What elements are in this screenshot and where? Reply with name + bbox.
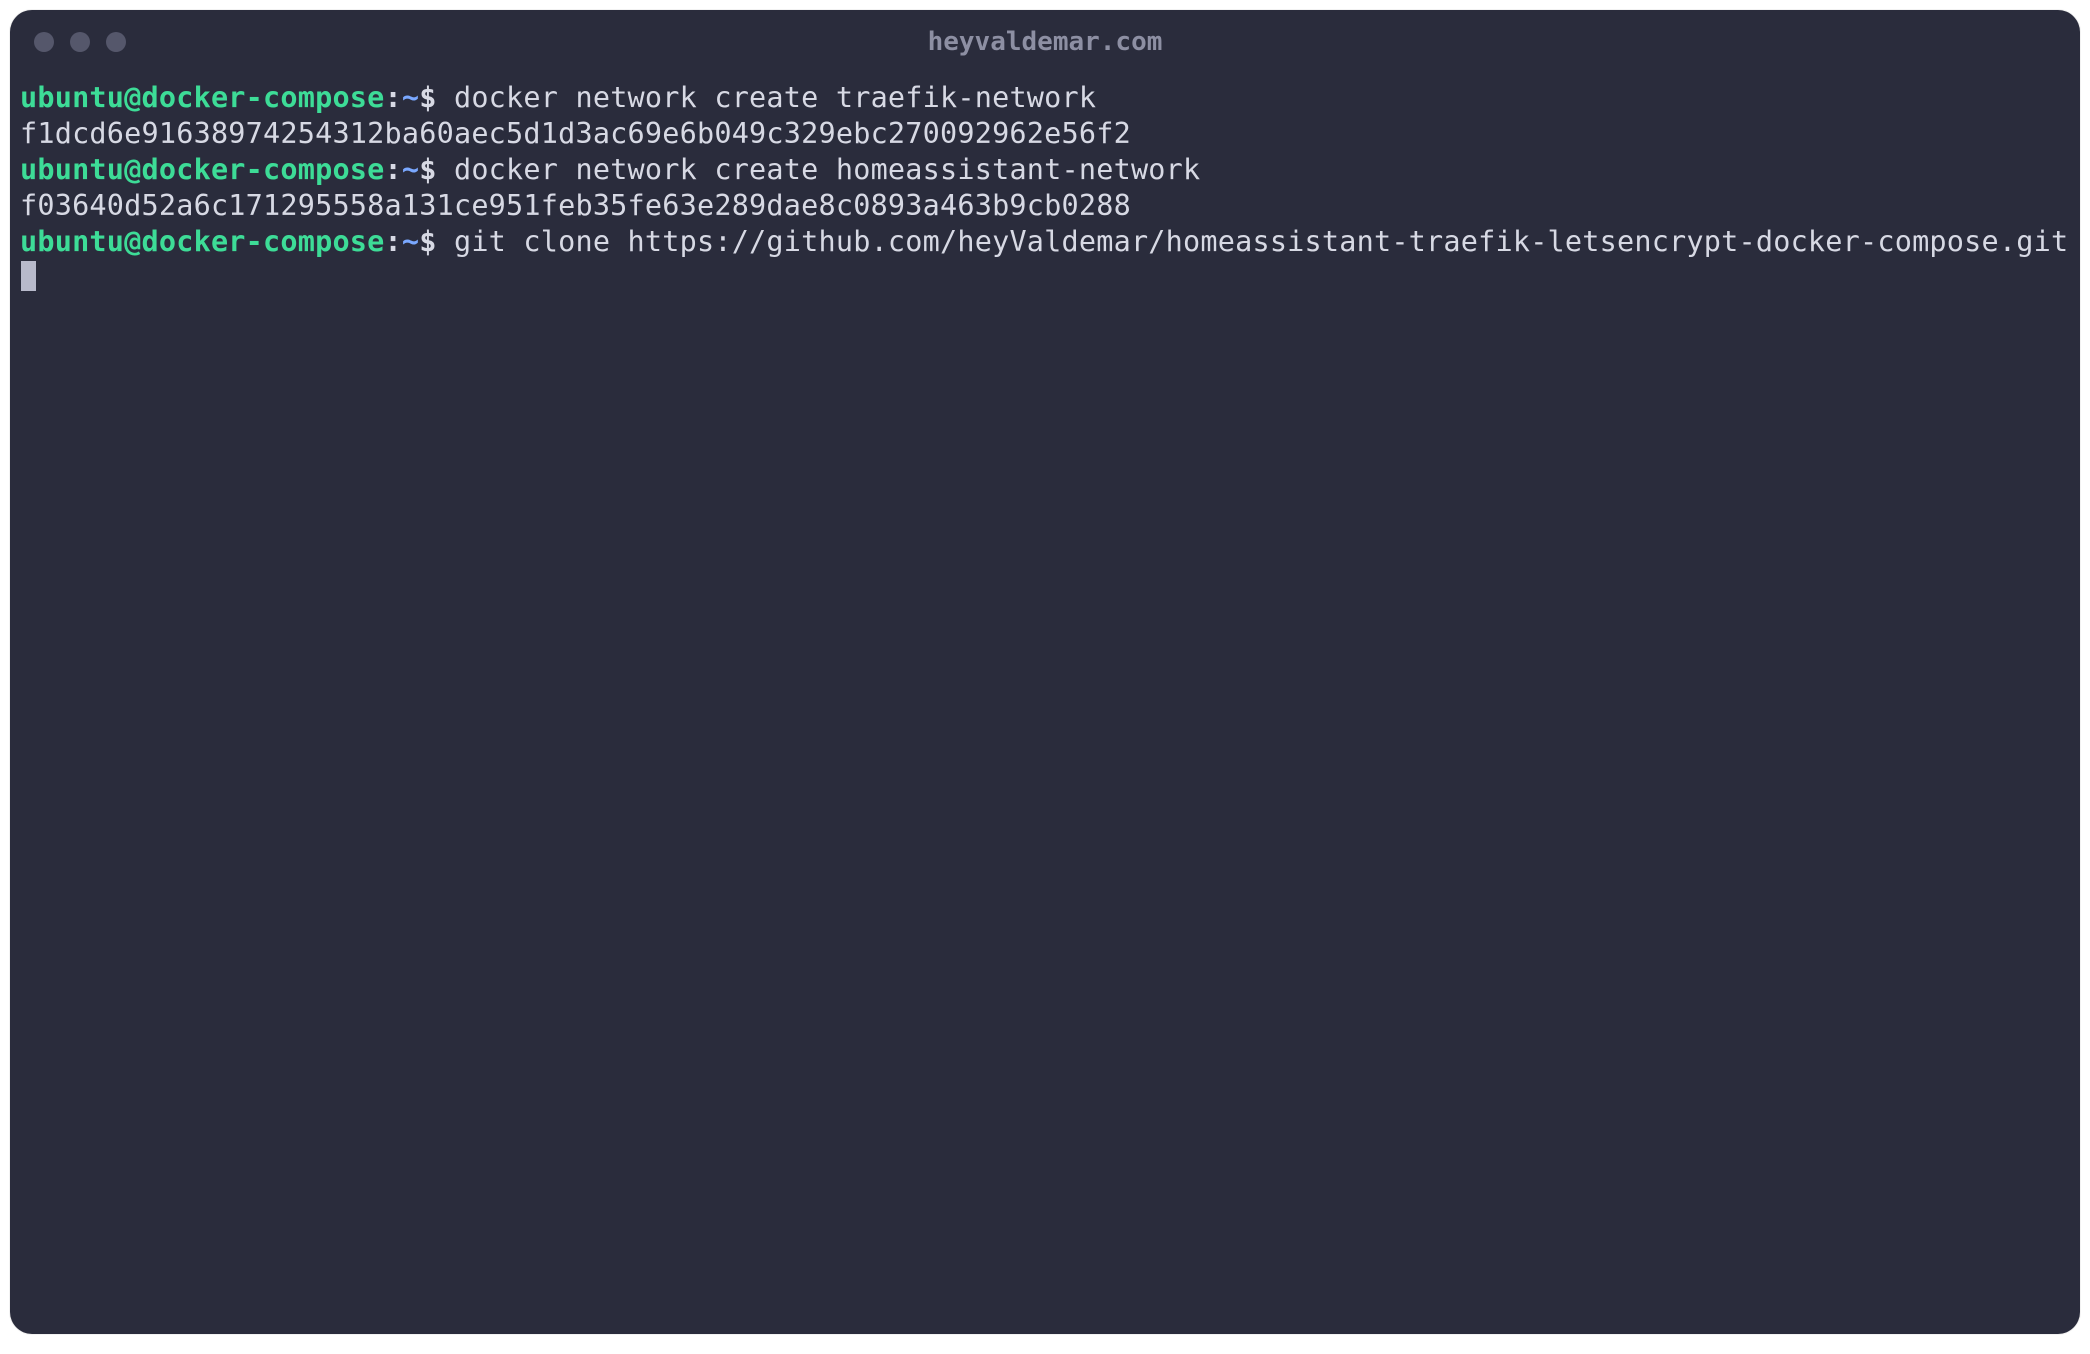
window-title: heyvaldemar.com bbox=[10, 27, 2080, 57]
close-icon[interactable] bbox=[34, 32, 54, 52]
prompt-sigil: $ bbox=[419, 153, 436, 186]
prompt-user: ubuntu@docker-compose bbox=[20, 81, 385, 114]
prompt-sigil: $ bbox=[419, 81, 436, 114]
window-controls bbox=[10, 32, 126, 52]
prompt-sigil: $ bbox=[419, 225, 436, 258]
command-line: docker network create traefik-network bbox=[437, 81, 1097, 114]
prompt-cwd: ~ bbox=[402, 81, 419, 114]
prompt-sep: : bbox=[385, 153, 402, 186]
titlebar: heyvaldemar.com bbox=[10, 10, 2080, 74]
zoom-icon[interactable] bbox=[106, 32, 126, 52]
minimize-icon[interactable] bbox=[70, 32, 90, 52]
cursor-icon bbox=[21, 261, 36, 291]
output-line: f03640d52a6c171295558a131ce951feb35fe63e… bbox=[20, 189, 1131, 222]
prompt-cwd: ~ bbox=[402, 153, 419, 186]
prompt-sep: : bbox=[385, 225, 402, 258]
output-line: f1dcd6e91638974254312ba60aec5d1d3ac69e6b… bbox=[20, 117, 1131, 150]
prompt-cwd: ~ bbox=[402, 225, 419, 258]
prompt-user: ubuntu@docker-compose bbox=[20, 153, 385, 186]
terminal-window: heyvaldemar.com ubuntu@docker-compose:~$… bbox=[10, 10, 2080, 1334]
command-line: git clone https://github.com/heyValdemar… bbox=[437, 225, 2069, 258]
prompt-sep: : bbox=[385, 81, 402, 114]
terminal-body[interactable]: ubuntu@docker-compose:~$ docker network … bbox=[10, 74, 2080, 306]
command-line: docker network create homeassistant-netw… bbox=[437, 153, 1201, 186]
prompt-user: ubuntu@docker-compose bbox=[20, 225, 385, 258]
